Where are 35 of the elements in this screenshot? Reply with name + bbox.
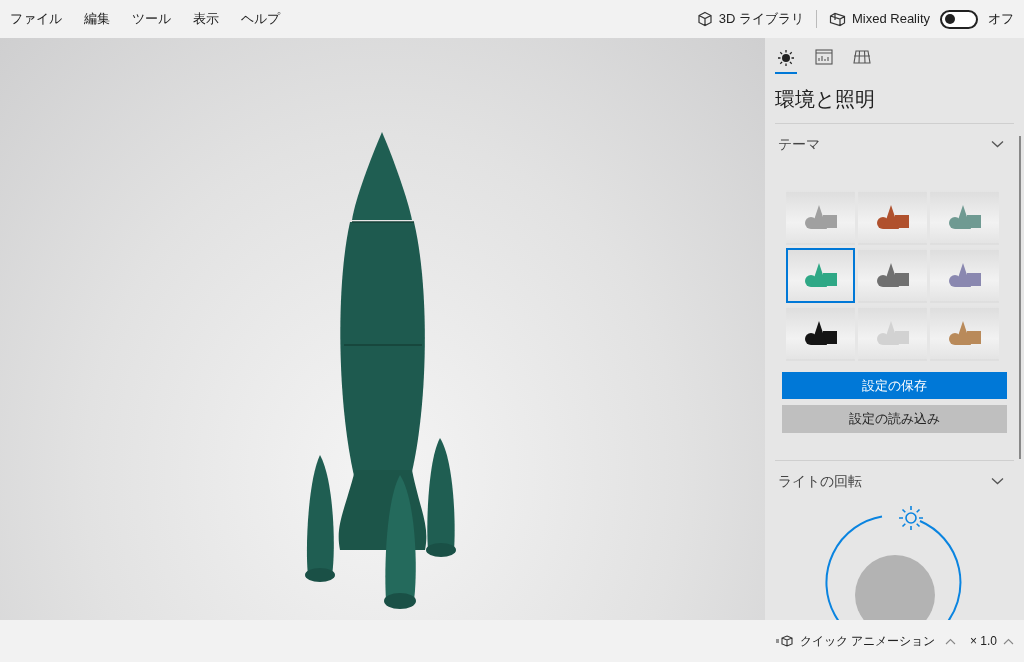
viewport[interactable]: [0, 38, 765, 620]
chevron-icon[interactable]: [991, 140, 1004, 148]
cube-icon: [696, 11, 713, 27]
sun-icon[interactable]: [898, 505, 924, 531]
toggle-state-label: オフ: [988, 10, 1014, 29]
library-button[interactable]: 3D ライブラリ: [696, 9, 804, 29]
animation-cube-icon: [775, 635, 794, 647]
theme-thumbnail[interactable]: [858, 248, 927, 303]
theme-thumbnail[interactable]: [930, 190, 999, 245]
panel-title: 環境と照明: [774, 87, 876, 112]
headset-icon: [828, 11, 846, 27]
theme-thumbnail[interactable]: [858, 190, 927, 245]
load-settings-button[interactable]: 設定の読み込み: [782, 405, 1007, 433]
menu-item[interactable]: ツール: [132, 9, 171, 29]
theme-thumbnail[interactable]: [786, 190, 855, 245]
section-heading: テーマ: [778, 134, 820, 154]
speed-button[interactable]: × 1.0: [969, 632, 1014, 650]
theme-thumbnail[interactable]: [930, 306, 999, 361]
mixed-reality-label: Mixed Reality: [851, 10, 930, 29]
caret-up-icon: [944, 637, 956, 645]
quick-animation-button[interactable]: クイック アニメーション: [775, 632, 956, 650]
menu-item[interactable]: 表示: [193, 9, 219, 29]
menu-item[interactable]: ヘルプ: [241, 9, 280, 29]
chevron-icon[interactable]: [991, 477, 1004, 485]
save-settings-button[interactable]: 設定の保存: [782, 372, 1007, 399]
mixed-reality-toggle[interactable]: [940, 9, 978, 29]
theme-thumbnail[interactable]: [930, 248, 999, 303]
scrollbar[interactable]: [1019, 136, 1021, 459]
theme-thumbnail[interactable]: [786, 248, 855, 303]
caret-up-icon: [1003, 637, 1014, 645]
menu-item[interactable]: 編集: [84, 9, 110, 29]
theme-thumbnail[interactable]: [858, 306, 927, 361]
theme-thumbnail[interactable]: [786, 306, 855, 361]
menu-item[interactable]: ファイル: [10, 9, 62, 29]
section-heading: ライトの回転: [778, 471, 862, 491]
